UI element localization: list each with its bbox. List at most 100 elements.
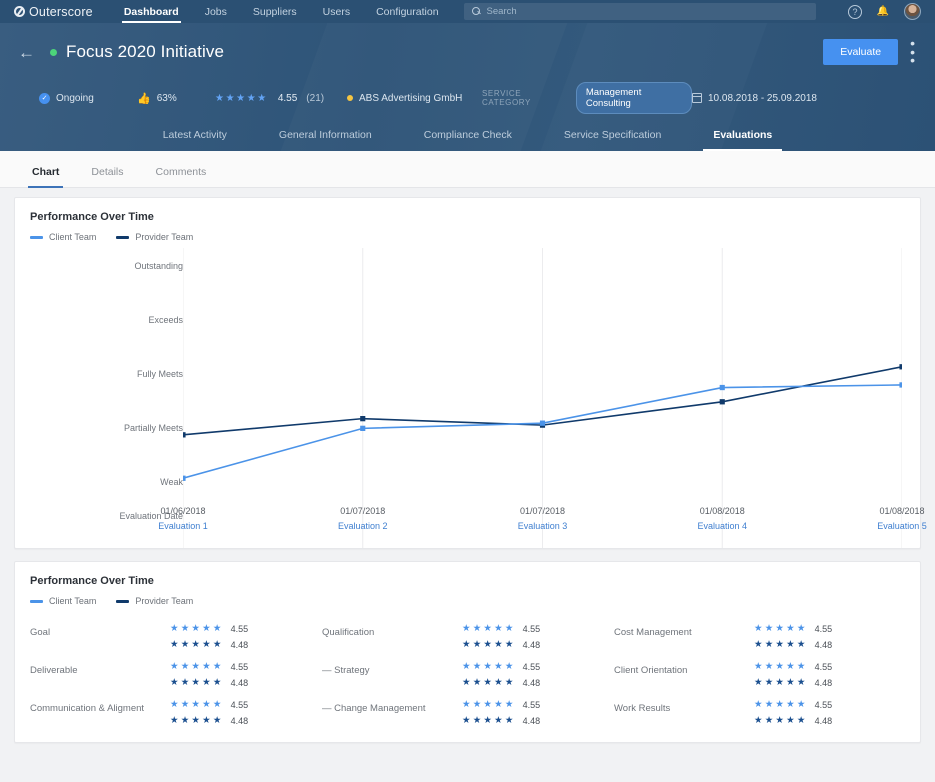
brand-name: Outerscore — [29, 4, 93, 19]
nav-item-users[interactable]: Users — [310, 0, 363, 23]
rating-value: 4.55 — [277, 92, 298, 104]
back-arrow-icon[interactable]: ← — [18, 44, 35, 61]
rating-stars-group: ★★★★★ 4.55 ★★★★★ 4.48 — [754, 624, 832, 650]
x-axis-col-5: 01/08/2018 Evaluation 5 — [877, 506, 927, 531]
page-header-tabs: Latest Activity General Information Comp… — [0, 129, 935, 151]
subtab-chart[interactable]: Chart — [16, 166, 75, 188]
x-label[interactable]: Evaluation 2 — [338, 521, 388, 531]
x-label[interactable]: Evaluation 5 — [877, 521, 927, 531]
stars-icon: ★★★★★ — [462, 639, 516, 651]
nav-item-suppliers[interactable]: Suppliers — [240, 0, 310, 23]
y-label-weak: Weak — [160, 477, 183, 487]
x-date: 01/07/2018 — [519, 506, 566, 516]
rating-row: Communication & Aligment ★★★★★ 4.55 ★★★★★ 4.… — [30, 700, 322, 726]
search-box[interactable] — [463, 3, 816, 20]
legend-item-provider-team[interactable]: Provider Team — [116, 232, 193, 242]
thumbs-up-icon: 👍 — [137, 92, 151, 105]
brand-logo[interactable]: Outerscore — [8, 5, 93, 19]
chart-svg — [183, 248, 902, 548]
rating-client-row: ★★★★★ 4.55 — [170, 700, 248, 710]
top-right-actions: ? 🔔 — [848, 3, 927, 20]
page-header-meta: ✓ Ongoing 👍 63% ★★★★★ 4.55 (21) ABS Adve… — [0, 65, 935, 114]
subtab-details[interactable]: Details — [75, 166, 139, 187]
x-label[interactable]: Evaluation 1 — [158, 521, 208, 531]
x-date: 01/08/2018 — [699, 506, 745, 516]
chart-plot-area: 01/06/2018 Evaluation 1 01/07/2018 Evalu… — [158, 248, 927, 548]
rating-client-value: 4.55 — [814, 662, 833, 672]
legend-label: Provider Team — [135, 232, 194, 242]
kebab-menu-icon[interactable]: • • • — [904, 36, 921, 67]
bell-icon[interactable]: 🔔 — [876, 5, 890, 19]
subtab-comments[interactable]: Comments — [140, 166, 223, 187]
rating-row: — Strategy ★★★★★ 4.55 ★★★★★ 4.48 — [322, 662, 614, 688]
search-input[interactable] — [486, 6, 808, 17]
nav-item-jobs[interactable]: Jobs — [192, 0, 240, 23]
supplier-name: ABS Advertising GmbH — [359, 92, 463, 104]
rating-criterion-label: Client Orientation — [614, 665, 688, 676]
chart-y-axis: Outstanding Exceeds Fully Meets Partiall… — [15, 248, 183, 548]
line-chart: Outstanding Exceeds Fully Meets Partiall… — [15, 248, 927, 548]
legend-item-client-team[interactable]: Client Team — [30, 596, 96, 606]
performance-chart-card: Performance Over Time Client Team Provid… — [14, 197, 927, 549]
evaluate-button[interactable]: Evaluate — [823, 39, 899, 65]
rating-provider-value: 4.48 — [522, 716, 541, 726]
rating-client-row: ★★★★★ 4.55 — [170, 662, 248, 672]
rating-client-value: 4.55 — [230, 662, 249, 672]
rating-summary: ★★★★★ 4.55 (21) — [215, 93, 347, 104]
rating-criterion-label: Qualification — [322, 627, 375, 638]
rating-criterion-label: Goal — [30, 627, 51, 638]
thumbs-up-metric: 👍 63% — [137, 92, 215, 105]
rating-stars-group: ★★★★★ 4.55 ★★★★★ 4.48 — [170, 662, 248, 688]
rating-provider-value: 4.48 — [522, 678, 541, 688]
x-label[interactable]: Evaluation 3 — [518, 521, 568, 531]
tab-evaluations[interactable]: Evaluations — [687, 129, 798, 151]
nav-item-dashboard[interactable]: Dashboard — [111, 0, 192, 23]
legend-swatch-icon — [30, 599, 43, 603]
x-axis-col-4: 01/08/2018 Evaluation 4 — [697, 506, 747, 531]
status-dot-icon — [50, 48, 57, 56]
ratings-grid: Goal ★★★★★ 4.55 ★★★★★ 4.48 Qualification ★★★★★… — [15, 606, 920, 742]
legend-item-provider-team[interactable]: Provider Team — [116, 596, 193, 606]
rating-provider-row: ★★★★★ 4.48 — [462, 640, 540, 650]
stars-icon: ★★★★★ — [170, 661, 224, 673]
user-avatar[interactable] — [904, 3, 921, 20]
legend-item-client-team[interactable]: Client Team — [30, 232, 96, 242]
help-circle-icon[interactable]: ? — [848, 4, 862, 19]
rating-row: Goal ★★★★★ 4.55 ★★★★★ 4.48 — [30, 624, 322, 650]
chart-legend: Client Team Provider Team — [15, 223, 920, 242]
rating-criterion-label: Communication & Aligment — [30, 703, 145, 714]
rating-client-row: ★★★★★ 4.55 — [462, 662, 540, 672]
x-axis-col-1: 01/06/2018 Evaluation 1 — [158, 506, 208, 531]
rating-provider-value: 4.48 — [522, 640, 541, 650]
rating-row: Cost Management ★★★★★ 4.55 ★★★★★ 4.48 — [614, 624, 906, 650]
chart-card-title: Performance Over Time — [30, 211, 154, 223]
performance-ratings-card: Performance Over Time Client Team Provid… — [14, 561, 921, 743]
tab-compliance-check[interactable]: Compliance Check — [398, 129, 538, 151]
nav-item-configuration[interactable]: Configuration — [363, 0, 451, 23]
rating-criterion-label: — Change Management — [322, 703, 426, 714]
status-label: Ongoing — [56, 92, 94, 104]
x-date: 01/08/2018 — [879, 506, 925, 516]
tab-general-information[interactable]: General Information — [253, 129, 398, 151]
x-date: 01/06/2018 — [160, 506, 206, 516]
tab-service-specification[interactable]: Service Specification — [538, 129, 687, 151]
tab-latest-activity[interactable]: Latest Activity — [137, 129, 253, 151]
x-axis-col-3: 01/07/2018 Evaluation 3 — [518, 506, 568, 531]
stars-icon: ★★★★★ — [754, 623, 808, 635]
stars-icon: ★★★★★ — [462, 661, 516, 673]
rating-stars-group: ★★★★★ 4.55 ★★★★★ 4.48 — [170, 700, 248, 726]
x-label[interactable]: Evaluation 4 — [697, 521, 747, 531]
rating-criterion-label: — Strategy — [322, 665, 370, 676]
stars-icon: ★★★★★ — [170, 699, 224, 711]
ratings-legend: Client Team Provider Team — [15, 587, 920, 606]
rating-provider-row: ★★★★★ 4.48 — [754, 640, 832, 650]
stars-icon: ★★★★★ — [754, 715, 808, 727]
service-category-chip[interactable]: Management Consulting — [575, 82, 692, 114]
supplier-dot-icon — [347, 95, 353, 101]
legend-swatch-icon — [30, 235, 43, 239]
rating-client-value: 4.55 — [814, 624, 833, 634]
service-category-label: SERVICE CATEGORY — [482, 89, 531, 107]
rating-client-value: 4.55 — [522, 662, 541, 672]
page-header-actions: Evaluate • • • — [823, 36, 921, 68]
stars-icon: ★★★★★ — [170, 623, 224, 635]
